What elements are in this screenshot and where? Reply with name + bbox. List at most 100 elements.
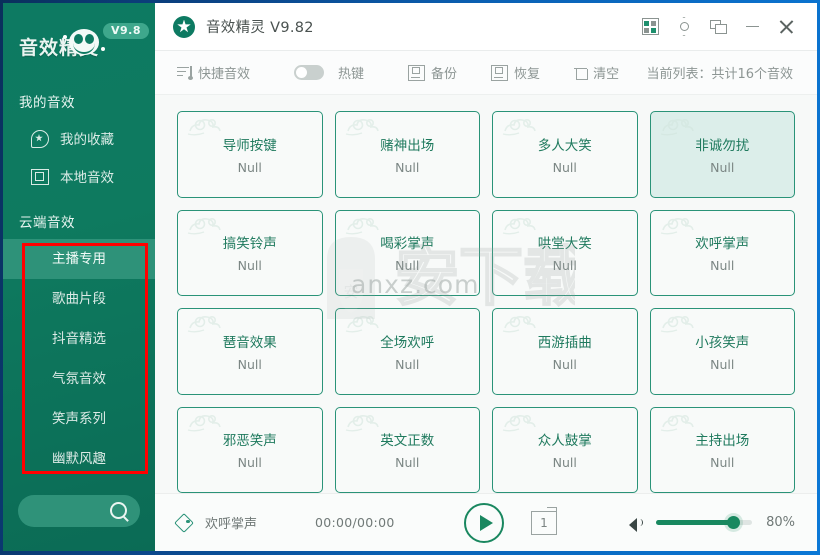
settings-gear-icon[interactable]	[667, 12, 701, 42]
sound-card-hotkey: Null	[710, 258, 735, 274]
speaker-icon[interactable]	[629, 515, 646, 532]
version-badge: V9.8	[103, 23, 149, 39]
search-input[interactable]	[18, 495, 140, 527]
repeat-mode-label: 1	[540, 515, 548, 530]
volume-value-label: 80%	[766, 515, 795, 530]
volume-knob[interactable]	[726, 516, 740, 529]
app-logo: 音效精灵 V9.8	[3, 3, 155, 75]
sidebar-item-label: 本地音效	[60, 170, 114, 186]
sound-card[interactable]: 喝彩掌声 Null	[334, 209, 480, 296]
play-button[interactable]	[464, 502, 504, 543]
sound-card[interactable]: 西游插曲 Null	[492, 308, 638, 395]
search-icon	[110, 502, 127, 519]
sound-card-hotkey: Null	[552, 356, 577, 372]
sound-card-hotkey: Null	[237, 356, 262, 372]
restore-button[interactable]: 恢复	[491, 63, 540, 82]
quick-sound-button[interactable]: 快捷音效	[177, 63, 250, 82]
quick-sound-label: 快捷音效	[198, 67, 251, 82]
application-window: 音效精灵 V9.8 我的音效 我的收藏 本地音效 云端音效 主播专用 歌曲片段 …	[3, 3, 817, 551]
sidebar-item-laughter[interactable]: 笑声系列	[3, 399, 155, 439]
sound-card-hotkey: Null	[710, 356, 735, 372]
sound-card[interactable]: 邪恶笑声 Null	[177, 406, 323, 493]
sound-card-hotkey: Null	[395, 258, 420, 274]
sound-card[interactable]: 英文正数 Null	[334, 406, 480, 493]
sound-card-name: 赌神出场	[380, 137, 435, 154]
window-controls	[633, 12, 817, 42]
backup-label: 备份	[431, 67, 458, 82]
sound-card-grid: 导师按键 Null 赌神出场 Null 多人大笑 Null 非诚勿扰 Null 搞笑铃声 Null…	[155, 95, 817, 493]
sound-card[interactable]: 主持出场 Null	[649, 406, 795, 493]
sidebar-item-atmosphere[interactable]: 气氛音效	[3, 359, 155, 399]
my-sound-header: 我的音效	[19, 95, 75, 111]
volume-control: 80%	[629, 515, 817, 532]
minimize-to-tray-icon[interactable]	[701, 12, 735, 42]
hotkey-toggle[interactable]	[294, 65, 325, 80]
sound-card-name: 非诚勿扰	[695, 137, 750, 154]
sidebar-item-favorites[interactable]: 我的收藏	[3, 119, 155, 157]
volume-slider[interactable]	[656, 516, 753, 529]
hotkey-label-wrap[interactable]: 热键	[332, 63, 364, 82]
sound-card[interactable]: 非诚勿扰 Null	[649, 111, 795, 198]
sound-card-name: 全场欢呼	[380, 334, 435, 351]
sidebar-item-label: 我的收藏	[60, 132, 114, 148]
sound-card[interactable]: 众人鼓掌 Null	[492, 406, 638, 493]
sound-card-name: 导师按键	[222, 137, 277, 154]
sidebar-item-local-sounds[interactable]: 本地音效	[3, 157, 155, 195]
sound-card-hotkey: Null	[395, 356, 420, 372]
sound-card[interactable]: 多人大笑 Null	[492, 111, 638, 198]
sound-card-hotkey: Null	[395, 455, 420, 471]
clear-button[interactable]: 清空	[574, 63, 619, 82]
playlist-icon	[177, 65, 193, 80]
main-panel: 音效精灵 V9.82 快捷音效 热键 备份 恢复 清空 当前列表：共计16个音效…	[155, 3, 817, 551]
sound-card-name: 琶音效果	[222, 334, 277, 351]
sound-card-hotkey: Null	[710, 159, 735, 175]
sidebar-item-humor[interactable]: 幽默风趣	[3, 439, 155, 479]
save-disk-icon	[408, 64, 426, 81]
sound-card[interactable]: 琶音效果 Null	[177, 308, 323, 395]
sound-card-hotkey: Null	[237, 258, 262, 274]
star-icon	[31, 129, 51, 148]
minimize-icon[interactable]	[735, 12, 769, 42]
player-bar: 欢呼掌声 00:00/00:00 1 80%	[155, 493, 817, 551]
sound-card-name: 欢呼掌声	[695, 236, 750, 253]
clear-label: 清空	[593, 67, 620, 82]
sidebar-item-douyin-picks[interactable]: 抖音精选	[3, 319, 155, 359]
close-icon[interactable]	[769, 12, 803, 42]
sound-card-hotkey: Null	[395, 159, 420, 175]
playback-time: 00:00/00:00	[315, 515, 395, 530]
sound-card[interactable]: 欢呼掌声 Null	[649, 209, 795, 296]
repeat-mode-button[interactable]: 1	[531, 506, 557, 535]
current-track-name: 欢呼掌声	[205, 517, 258, 532]
sound-card-hotkey: Null	[237, 159, 262, 175]
sound-card[interactable]: 搞笑铃声 Null	[177, 209, 323, 296]
skin-icon[interactable]	[633, 12, 667, 42]
sound-card-name: 多人大笑	[537, 137, 592, 154]
sound-tag-icon	[177, 515, 195, 531]
toolbar: 快捷音效 热键 备份 恢复 清空 当前列表：共计16个音效	[155, 51, 817, 95]
sound-card[interactable]: 赌神出场 Null	[334, 111, 480, 198]
sound-card-name: 搞笑铃声	[222, 236, 277, 253]
sound-card[interactable]: 导师按键 Null	[177, 111, 323, 198]
restore-disk-icon	[491, 64, 509, 81]
sidebar-item-song-clips[interactable]: 歌曲片段	[3, 279, 155, 319]
sound-card-hotkey: Null	[552, 258, 577, 274]
cloud-category-list: 主播专用 歌曲片段 抖音精选 气氛音效 笑声系列 幽默风趣	[3, 239, 155, 479]
logo-dot-icon	[101, 47, 105, 51]
sound-card-hotkey: Null	[552, 455, 577, 471]
sound-card[interactable]: 全场欢呼 Null	[334, 308, 480, 395]
app-logo-icon	[173, 15, 195, 38]
sound-card-name: 众人鼓掌	[537, 433, 592, 450]
sound-card[interactable]: 小孩笑声 Null	[649, 308, 795, 395]
sound-card[interactable]: 哄堂大笑 Null	[492, 209, 638, 296]
box-icon	[31, 167, 51, 185]
sound-card-name: 小孩笑声	[695, 334, 750, 351]
backup-button[interactable]: 备份	[408, 63, 457, 82]
sidebar-item-anchor-exclusive[interactable]: 主播专用	[3, 239, 155, 279]
sound-card-name: 邪恶笑声	[222, 433, 277, 450]
sound-card-name: 西游插曲	[537, 334, 592, 351]
logo-dot-icon	[63, 35, 67, 39]
sound-card-name: 英文正数	[380, 433, 435, 450]
window-title: 音效精灵 V9.82	[206, 20, 314, 36]
sidebar: 音效精灵 V9.8 我的音效 我的收藏 本地音效 云端音效 主播专用 歌曲片段 …	[3, 3, 155, 551]
cloud-sound-header: 云端音效	[19, 215, 75, 231]
